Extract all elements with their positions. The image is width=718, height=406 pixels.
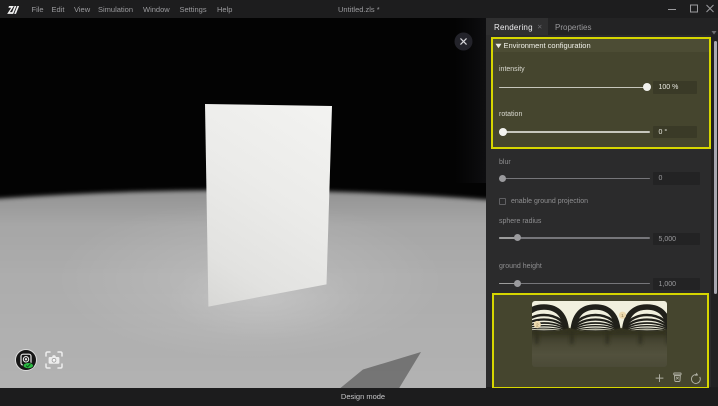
svg-text:1: 1 — [621, 313, 624, 319]
svg-text:2: 2 — [536, 322, 539, 328]
